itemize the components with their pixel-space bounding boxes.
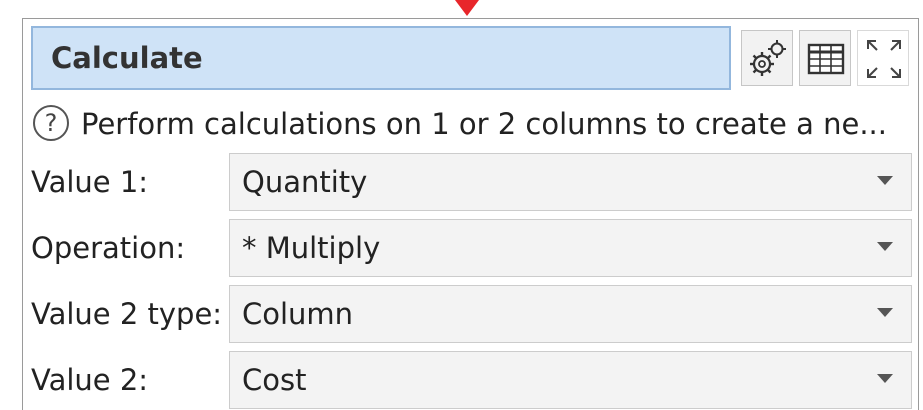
value2-selected: Cost	[242, 363, 307, 397]
chevron-down-icon	[877, 242, 893, 251]
operation-label: Operation:	[31, 231, 186, 265]
value2-type-row: Value 2 type: Column	[31, 283, 912, 345]
operation-row: Operation: * Multiply	[31, 217, 912, 279]
operation-dropdown[interactable]: * Multiply	[229, 219, 912, 277]
value1-selected: Quantity	[242, 165, 368, 199]
table-icon	[807, 43, 845, 75]
options-button[interactable]	[741, 30, 793, 86]
value1-row: Value 1: Quantity	[31, 151, 912, 213]
value2-row: Value 2: Cost	[31, 349, 912, 410]
value2-type-dropdown[interactable]: Column	[229, 285, 912, 343]
help-row: ? Perform calculations on 1 or 2 columns…	[33, 101, 913, 149]
help-description: Perform calculations on 1 or 2 columns t…	[81, 107, 887, 141]
item-title-field[interactable]: Calculate	[31, 26, 731, 90]
help-icon[interactable]: ?	[33, 105, 69, 141]
value2-label: Value 2:	[31, 363, 149, 397]
maximize-button[interactable]	[857, 30, 909, 86]
calculate-panel: Calculate ? Perform calculations on 1 or…	[22, 18, 919, 410]
value1-dropdown[interactable]: Quantity	[229, 153, 912, 211]
pointer-arrow-icon	[455, 0, 479, 16]
screenshot-stage: Calculate ? Perform calculations on 1 or…	[0, 0, 923, 410]
title-row: Calculate	[31, 26, 911, 92]
chevron-down-icon	[877, 308, 893, 317]
value1-label: Value 1:	[31, 165, 149, 199]
table-view-button[interactable]	[799, 30, 851, 86]
chevron-down-icon	[877, 176, 893, 185]
chevron-down-icon	[877, 374, 893, 383]
gears-icon	[750, 40, 786, 76]
value2-type-label: Value 2 type:	[31, 297, 223, 331]
value2-dropdown[interactable]: Cost	[229, 351, 912, 409]
expand-icon	[867, 40, 901, 78]
value2-type-selected: Column	[242, 297, 354, 331]
operation-selected: * Multiply	[242, 231, 381, 265]
